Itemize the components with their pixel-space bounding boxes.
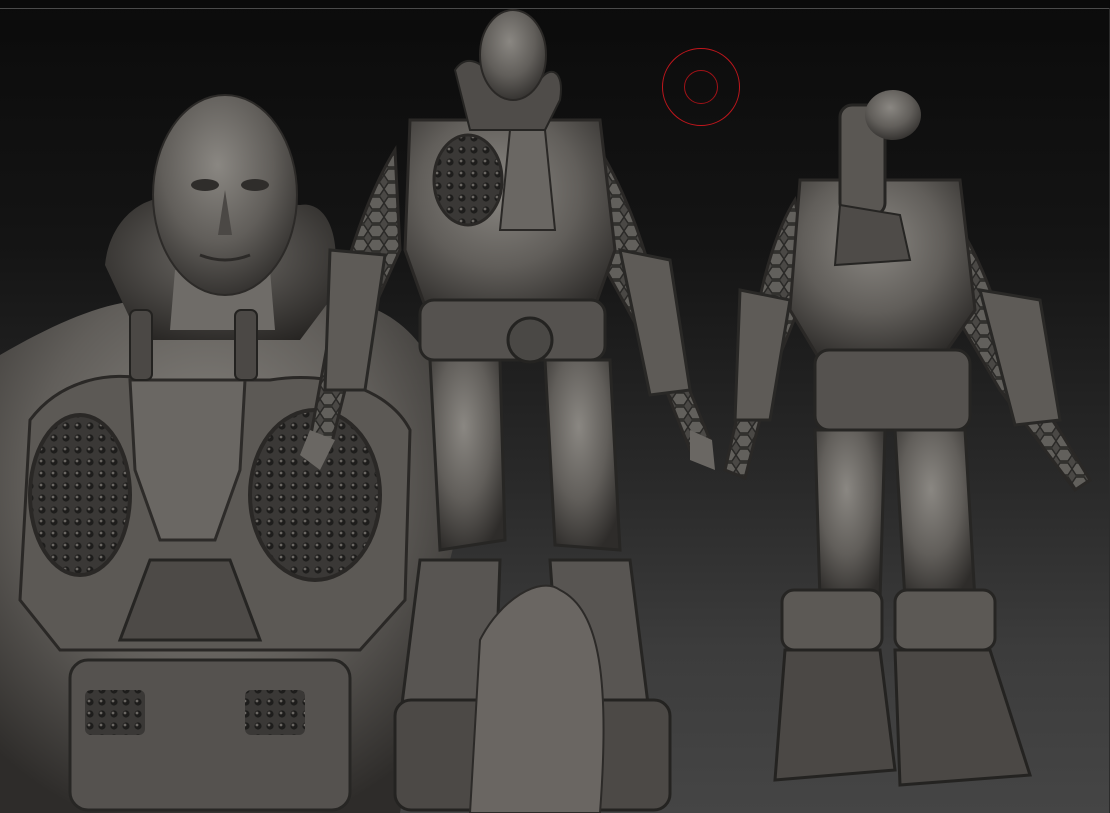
focal-shift-inner-ring <box>684 70 718 104</box>
full-body-back <box>723 90 1093 787</box>
sculpt-viewport[interactable] <box>0 0 1110 813</box>
draw-size-brush-cursor-icon <box>662 48 740 126</box>
sculpt-scene <box>0 9 1093 813</box>
